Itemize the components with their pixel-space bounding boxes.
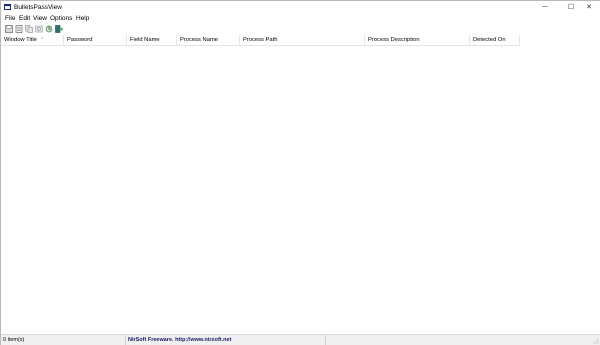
menu-help[interactable]: Help [76,15,89,22]
column-header-process-path[interactable]: Process Path [240,35,365,45]
menu-bar: File Edit View Options Help [1,13,600,23]
exit-icon[interactable] [55,25,63,33]
minimize-icon: — [542,4,548,10]
menu-file[interactable]: File [5,15,15,22]
column-label: Detected On [473,37,506,43]
resize-grip-icon[interactable] [593,338,599,344]
title-bar[interactable]: BulletsPassView — ☐ ✕ [1,1,600,13]
column-header-process-description[interactable]: Process Description [365,35,470,45]
list-header: Window Title ^ Password Field Name Proce… [1,35,520,46]
column-label: Process Description [368,37,420,43]
copy-icon[interactable] [25,25,33,33]
column-label: Field Name [130,37,160,43]
maximize-icon: ☐ [567,4,575,11]
close-icon: ✕ [586,4,592,11]
password-list[interactable]: Window Title ^ Password Field Name Proce… [1,35,600,334]
properties-icon[interactable] [15,25,23,33]
refresh-icon[interactable] [45,25,53,33]
menu-edit[interactable]: Edit [19,15,30,22]
menu-options[interactable]: Options [50,15,72,22]
save-icon[interactable] [5,25,13,33]
column-label: Window Title [4,37,37,43]
column-header-password[interactable]: Password [64,35,127,45]
column-label: Password [67,37,93,43]
sort-ascending-icon: ^ [41,37,44,43]
html-report-icon[interactable] [35,25,43,33]
column-header-detected-on[interactable]: Detected On [470,35,520,45]
main-window: BulletsPassView — ☐ ✕ File Edit View Opt… [0,0,600,345]
column-header-window-title[interactable]: Window Title ^ [1,35,64,45]
column-label: Process Name [180,37,219,43]
app-icon [4,4,11,10]
column-header-process-name[interactable]: Process Name [177,35,240,45]
status-bar: 0 item(s) NirSoft Freeware. http://www.n… [1,334,600,345]
menu-view[interactable]: View [33,15,47,22]
column-header-field-name[interactable]: Field Name [127,35,177,45]
window-title: BulletsPassView [14,3,62,11]
column-label: Process Path [243,37,278,43]
minimize-button[interactable]: — [534,1,556,13]
close-button[interactable]: ✕ [578,1,600,13]
